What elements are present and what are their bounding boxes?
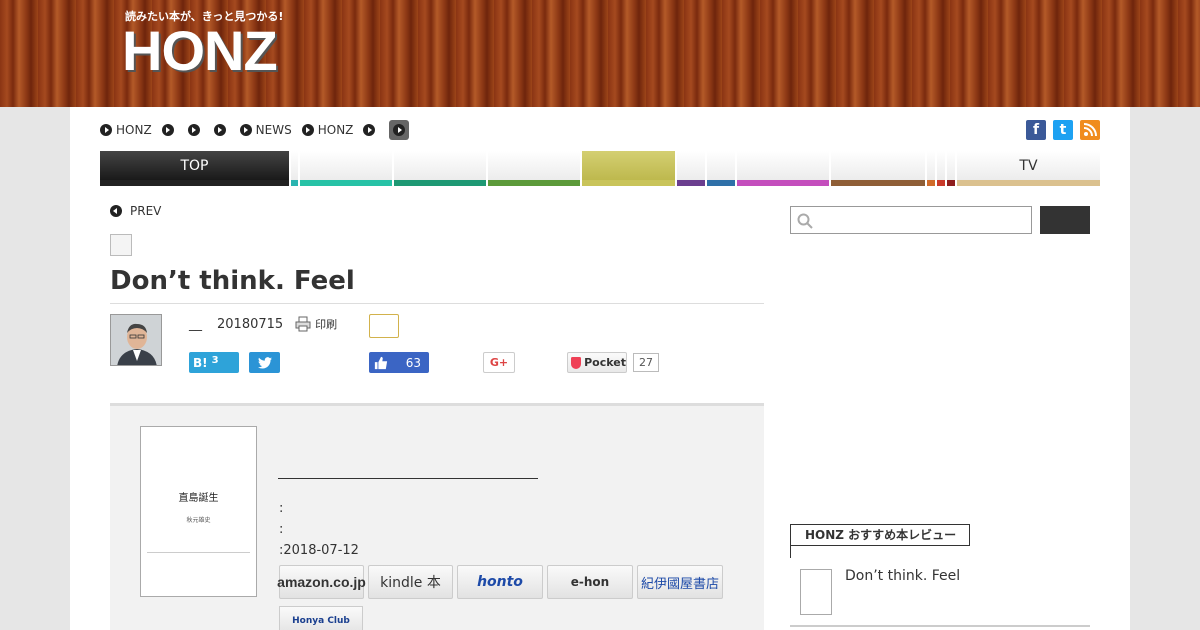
gplus-icon: G+ (489, 356, 509, 369)
tab-category[interactable] (488, 151, 580, 186)
social-links: f t (1019, 120, 1100, 140)
pocket-icon (571, 356, 582, 369)
chevron-left-icon (110, 205, 122, 217)
book-author-line: : (279, 501, 284, 516)
chevron-right-icon (213, 124, 226, 136)
tab-category[interactable] (677, 151, 705, 186)
facebook-like-button[interactable]: 63 (369, 352, 429, 373)
tab-category[interactable] (927, 151, 935, 186)
cover-title: 直島誕生 (178, 493, 219, 504)
recommend-title[interactable]: Don’t think. Feel (845, 568, 960, 584)
book-cover[interactable]: 直島誕生 秋元雄史 (140, 426, 257, 597)
nav-item[interactable]: HONZ (100, 123, 152, 137)
nav-item[interactable]: HONZ (301, 123, 354, 137)
recommend-thumbnail[interactable] (800, 569, 832, 615)
cover-decoration (147, 552, 250, 580)
book-title-underline (278, 478, 538, 479)
tab-category[interactable] (947, 151, 955, 186)
shop-links: amazon.co.jp kindle 本 honto e-hon 紀伊國屋書店 (277, 565, 727, 599)
kinokuniya-button[interactable]: 紀伊國屋書店 (637, 565, 723, 599)
chevron-right-icon (239, 124, 252, 136)
article-meta: __ 20180715 印刷 (189, 316, 337, 332)
search-icon (797, 213, 813, 229)
chevron-right-icon (100, 124, 112, 136)
book-publisher-line: : (279, 522, 284, 537)
author-name[interactable]: __ (189, 317, 203, 332)
publish-date: 20180715 (217, 316, 284, 332)
chevron-right-icon (161, 124, 174, 136)
like-count: 63 (405, 355, 421, 370)
nav-item-label: HONZ (116, 123, 152, 137)
tab-category[interactable] (707, 151, 735, 186)
chevron-right-icon (363, 124, 376, 136)
cover-author: 秋元雄史 (186, 517, 211, 524)
nav-item[interactable] (363, 124, 379, 136)
pocket-button[interactable]: Pocket (567, 352, 627, 373)
tab-label: TV (1019, 158, 1038, 174)
nav-item[interactable] (161, 124, 178, 136)
hatena-count: 3 (211, 355, 219, 366)
site-header: 読みたい本が、きっと見つかる! HONZ (0, 0, 1200, 107)
honz-logo[interactable]: 読みたい本が、きっと見つかる! HONZ (122, 8, 292, 98)
nav-more-icon (389, 120, 410, 140)
tab-label: TOP (180, 158, 209, 174)
google-plus-button[interactable]: G+ (483, 352, 515, 373)
search-button[interactable] (1040, 206, 1090, 234)
pocket-label: Pocket (584, 356, 626, 369)
divider (110, 303, 764, 304)
print-label: 印刷 (315, 318, 338, 331)
book-release-date: :2018-07-12 (279, 543, 359, 558)
pocket-count: 27 (633, 353, 659, 372)
tab-tv[interactable]: TV (957, 151, 1100, 186)
honto-button[interactable]: honto (457, 565, 543, 599)
divider (790, 625, 1090, 627)
chevron-right-icon (187, 124, 200, 136)
nav-item[interactable] (213, 124, 230, 136)
honya-club-button[interactable]: Honya Club (279, 606, 363, 630)
prev-label: PREV (130, 204, 162, 218)
chevron-right-icon (301, 124, 314, 136)
search-input[interactable] (790, 206, 1032, 234)
tab-category[interactable] (300, 151, 392, 186)
tab-category[interactable] (737, 151, 829, 186)
nav-item[interactable]: NEWS (239, 123, 292, 137)
tweet-button[interactable] (249, 352, 280, 373)
facebook-icon[interactable]: f (1026, 120, 1046, 140)
category-tabs: TOP TV (100, 151, 1100, 186)
logo-wordmark: HONZ (122, 19, 278, 82)
twitter-bird-icon (257, 356, 272, 369)
tab-category[interactable] (582, 151, 675, 186)
category-badge[interactable] (110, 234, 132, 256)
hatena-bookmark-button[interactable]: B! 3 (189, 352, 239, 373)
page-container: HONZ NEWS HONZ f t TOP TV PREV Don’t thi… (70, 107, 1130, 630)
ehon-button[interactable]: e-hon (547, 565, 633, 599)
article-title: Don’t think. Feel (110, 266, 355, 296)
tab-category[interactable] (291, 151, 298, 186)
printer-icon (295, 316, 311, 332)
nav-item[interactable] (187, 124, 204, 136)
hatena-icon: B! (193, 355, 208, 370)
nav-item-label: HONZ (317, 123, 354, 137)
rss-icon[interactable] (1080, 120, 1100, 140)
tab-top[interactable]: TOP (100, 151, 289, 186)
book-info-box: 直島誕生 秋元雄史 : : :2018-07-12 amazon.co.jp k… (110, 403, 764, 630)
tab-category[interactable] (394, 151, 486, 186)
print-button[interactable]: 印刷 (295, 316, 337, 332)
nav-item[interactable] (389, 120, 410, 140)
prev-link[interactable]: PREV (110, 204, 161, 218)
top-nav: HONZ NEWS HONZ (100, 120, 419, 140)
recommend-heading: HONZ おすすめ本レビュー (790, 524, 970, 558)
author-avatar[interactable] (110, 314, 162, 366)
tab-category[interactable] (831, 151, 925, 186)
tab-category[interactable] (937, 151, 945, 186)
amazon-button[interactable]: amazon.co.jp (277, 565, 366, 599)
kindle-button[interactable]: kindle 本 (368, 565, 453, 599)
nav-item-label: NEWS (255, 123, 292, 137)
thumbs-up-icon (374, 356, 388, 369)
category-tag[interactable] (369, 314, 399, 338)
twitter-icon[interactable]: t (1053, 120, 1073, 140)
